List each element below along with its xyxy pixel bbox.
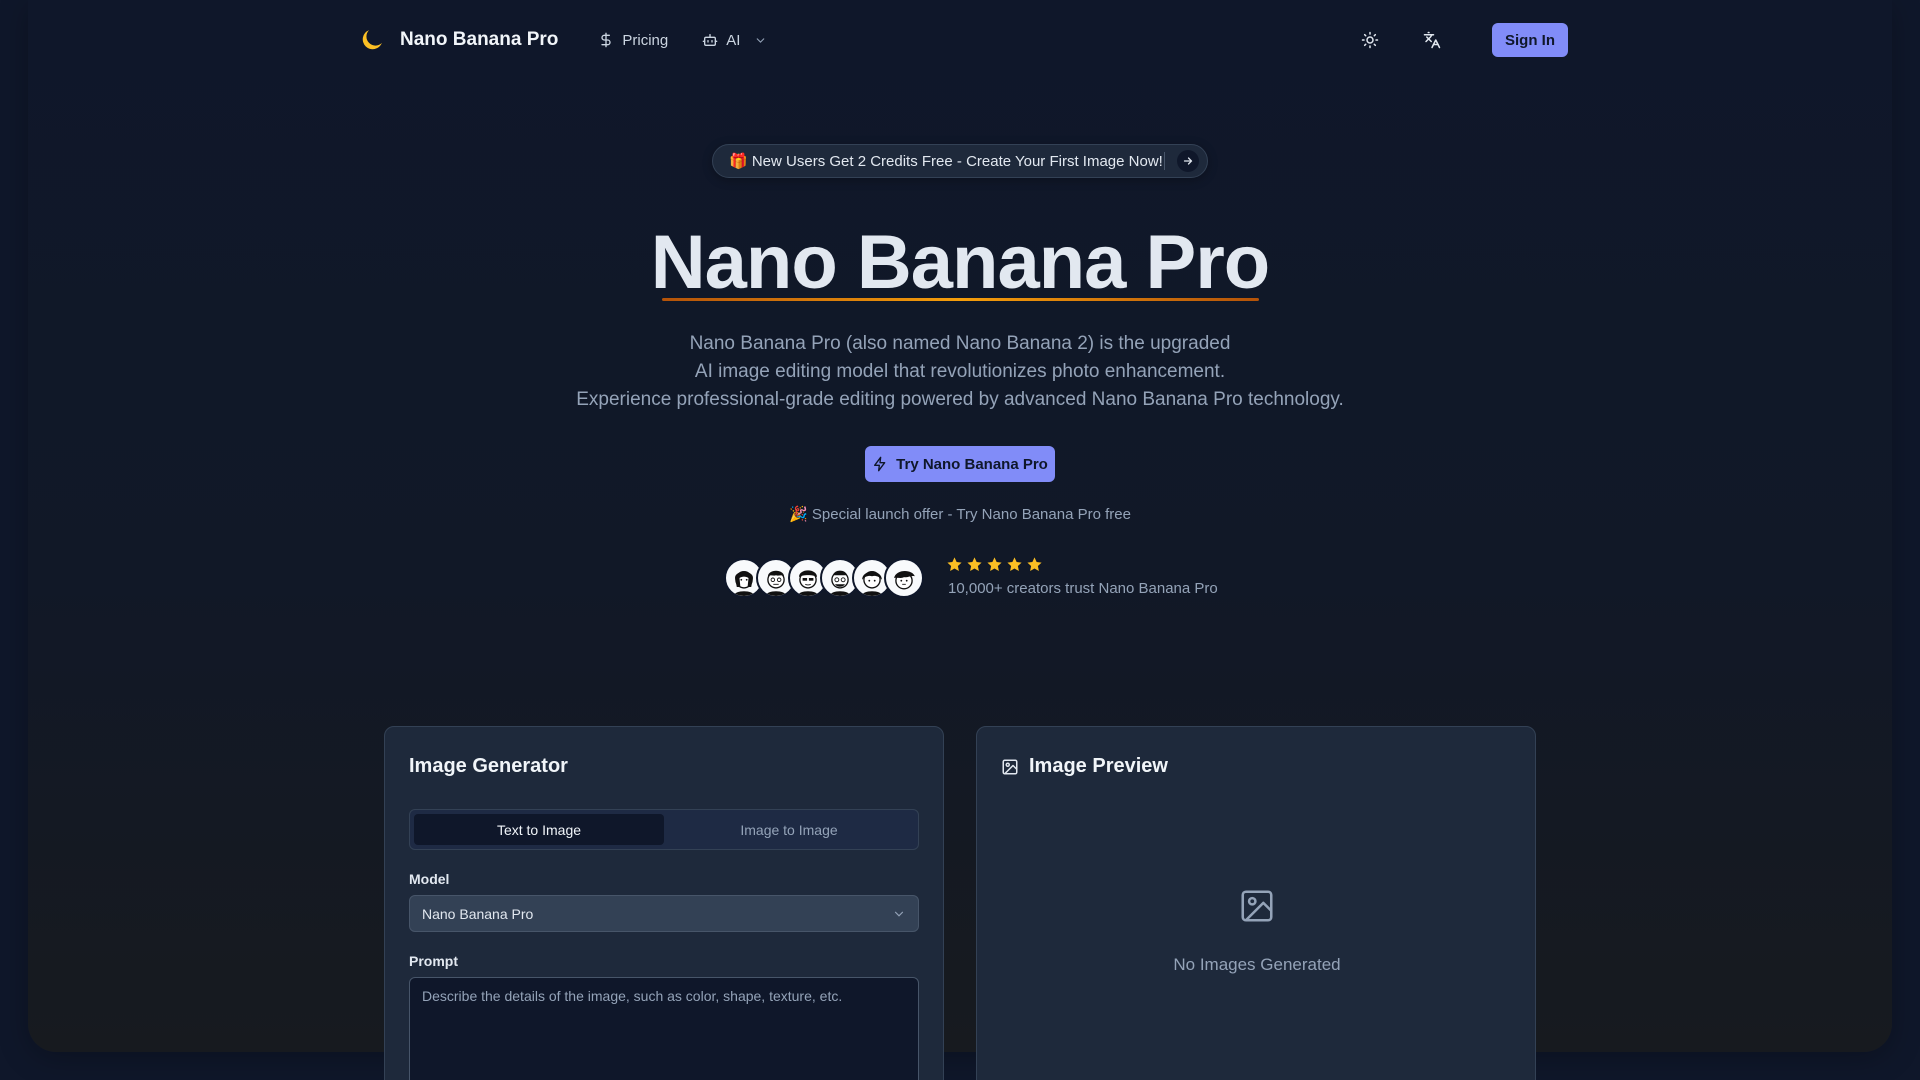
image-preview-card: Image Preview No Images Generated bbox=[976, 726, 1536, 1080]
image-placeholder-icon bbox=[1241, 890, 1273, 922]
sign-in-button[interactable]: Sign In bbox=[1492, 23, 1568, 57]
announcement-divider bbox=[1164, 152, 1165, 170]
moon-icon bbox=[362, 30, 382, 50]
announcement-text: 🎁 New Users Get 2 Credits Free - Create … bbox=[729, 153, 1163, 170]
image-preview-title-text: Image Preview bbox=[1029, 755, 1168, 777]
nav-links: Pricing AI bbox=[598, 32, 767, 49]
trust-text: 10,000+ creators trust Nano Banana Pro bbox=[948, 580, 1218, 597]
image-icon bbox=[1002, 759, 1018, 774]
rating-stars bbox=[946, 556, 1043, 573]
image-generator-card: Image Generator Text to Image Image to I… bbox=[384, 726, 944, 1080]
empty-state-text: No Images Generated bbox=[1173, 955, 1341, 974]
try-nano-banana-pro-button[interactable]: Try Nano Banana Pro bbox=[865, 446, 1055, 482]
creator-avatars bbox=[724, 558, 924, 598]
star-icon bbox=[967, 557, 982, 572]
hero-title-underline bbox=[662, 298, 1259, 301]
arrow-right-icon bbox=[1183, 157, 1193, 165]
nav-link-label: Pricing bbox=[622, 31, 669, 49]
prompt-input[interactable] bbox=[409, 977, 919, 1080]
tab-text-to-image[interactable]: Text to Image bbox=[414, 814, 664, 845]
bot-icon bbox=[702, 34, 718, 46]
theme-toggle-button[interactable] bbox=[1352, 22, 1388, 58]
hero-description-line: Experience professional-grade editing po… bbox=[576, 389, 1344, 410]
nav-link-ai-dropdown[interactable]: AI bbox=[702, 32, 767, 49]
brand-link[interactable]: Nano Banana Pro bbox=[358, 26, 558, 54]
model-select[interactable]: Nano Banana Pro bbox=[409, 895, 919, 932]
zap-icon bbox=[874, 456, 886, 472]
launch-offer-text: 🎉 Special launch offer - Try Nano Banana… bbox=[789, 506, 1131, 523]
brand-name: Nano Banana Pro bbox=[400, 29, 559, 50]
nav-link-label: AI bbox=[726, 31, 741, 49]
announcement-banner[interactable]: 🎁 New Users Get 2 Credits Free - Create … bbox=[712, 144, 1208, 178]
language-button[interactable] bbox=[1414, 22, 1450, 58]
hero-title: Nano Banana Pro bbox=[650, 220, 1270, 305]
announcement-arrow-button[interactable] bbox=[1177, 150, 1199, 172]
avatar bbox=[884, 558, 924, 598]
tab-image-to-image[interactable]: Image to Image bbox=[664, 814, 914, 845]
model-select-value: Nano Banana Pro bbox=[422, 905, 534, 922]
chevron-down-icon bbox=[757, 37, 765, 43]
image-generator-title: Image Generator bbox=[409, 755, 568, 777]
hero-description: Nano Banana Pro (also named Nano Banana … bbox=[0, 330, 1920, 414]
star-icon bbox=[1007, 557, 1022, 572]
hero-description-line: AI image editing model that revolutioniz… bbox=[694, 361, 1226, 382]
star-icon bbox=[1027, 557, 1042, 572]
image-preview-title: Image Preview bbox=[1001, 755, 1168, 778]
top-navbar: Nano Banana Pro Pricing AI Sign In bbox=[358, 22, 1568, 58]
generator-mode-tabs: Text to Image Image to Image bbox=[409, 809, 919, 850]
dollar-icon bbox=[601, 32, 612, 48]
chevron-down-icon bbox=[894, 911, 904, 917]
star-icon bbox=[947, 557, 962, 572]
star-icon bbox=[987, 557, 1002, 572]
translate-icon bbox=[1423, 31, 1441, 49]
page: Nano Banana Pro Pricing AI Sign In 🎁 New… bbox=[0, 0, 1920, 1080]
prompt-label: Prompt bbox=[409, 953, 458, 969]
hero-description-line: Nano Banana Pro (also named Nano Banana … bbox=[689, 333, 1231, 354]
sun-icon bbox=[1361, 31, 1379, 49]
cta-label: Try Nano Banana Pro bbox=[896, 455, 1048, 473]
nav-actions: Sign In bbox=[1352, 22, 1568, 58]
nav-link-pricing[interactable]: Pricing bbox=[598, 32, 668, 49]
model-label: Model bbox=[409, 871, 450, 887]
